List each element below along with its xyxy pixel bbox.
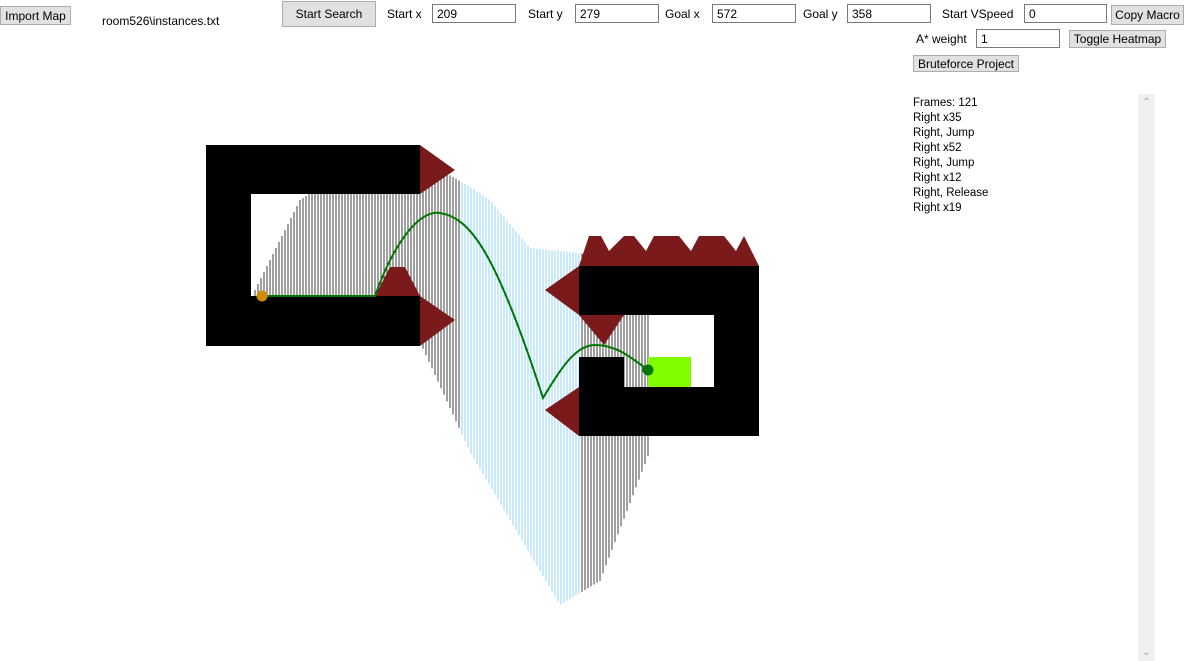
- astar-weight-label: A* weight: [916, 32, 967, 46]
- start-x-label: Start x: [387, 7, 422, 21]
- astar-weight-input[interactable]: [976, 29, 1060, 48]
- start-vspeed-input[interactable]: [1024, 4, 1107, 23]
- wall-block: [579, 387, 759, 436]
- wall-block: [206, 145, 420, 194]
- start-y-label: Start y: [528, 7, 563, 21]
- start-x-input[interactable]: [432, 4, 516, 23]
- chevron-down-icon[interactable]: ⌄: [1138, 644, 1155, 661]
- copy-macro-button[interactable]: Copy Macro: [1111, 5, 1184, 25]
- spike: [545, 387, 579, 436]
- goal-x-label: Goal x: [665, 7, 700, 21]
- spike: [669, 236, 714, 266]
- toggle-heatmap-button[interactable]: Toggle Heatmap: [1069, 30, 1166, 48]
- wall-block: [579, 266, 759, 315]
- macro-scrollbar[interactable]: ⌃ ⌄: [1138, 94, 1155, 661]
- spike: [714, 236, 759, 266]
- macro-line: Right, Jump: [913, 157, 975, 169]
- start-vspeed-label: Start VSpeed: [942, 7, 1014, 21]
- macro-output: Frames: 121 Right x35 Right, Jump Right …: [913, 96, 988, 216]
- macro-line: Frames: 121: [913, 97, 978, 109]
- wall-block: [206, 296, 420, 346]
- spike: [375, 267, 420, 296]
- goal-block: [648, 357, 691, 387]
- macro-line: Right x52: [913, 142, 962, 154]
- spike: [624, 236, 669, 266]
- goal-x-input[interactable]: [712, 4, 796, 23]
- start-y-input[interactable]: [575, 4, 659, 23]
- macro-line: Right, Jump: [913, 127, 975, 139]
- import-map-button[interactable]: Import Map: [0, 6, 71, 25]
- start-marker: [256, 290, 268, 302]
- macro-line: Right, Release: [913, 187, 989, 199]
- wall-block: [714, 315, 759, 387]
- wall-block: [579, 357, 624, 387]
- chevron-up-icon[interactable]: ⌃: [1138, 94, 1155, 111]
- spike: [579, 236, 624, 266]
- bruteforce-project-button[interactable]: Bruteforce Project: [913, 55, 1019, 72]
- macro-line: Right x35: [913, 112, 962, 124]
- wall-block: [206, 194, 251, 296]
- map-canvas[interactable]: [0, 80, 880, 620]
- spike: [579, 315, 624, 345]
- left-chamber: [206, 145, 420, 346]
- spike: [545, 266, 579, 315]
- macro-line: Right x19: [913, 202, 962, 214]
- end-marker: [642, 364, 654, 376]
- goal-y-label: Goal y: [803, 7, 838, 21]
- start-search-button[interactable]: Start Search: [282, 1, 376, 27]
- map-path-label: room526\instances.txt: [102, 14, 220, 28]
- goal-y-input[interactable]: [847, 4, 931, 23]
- macro-line: Right x12: [913, 172, 962, 184]
